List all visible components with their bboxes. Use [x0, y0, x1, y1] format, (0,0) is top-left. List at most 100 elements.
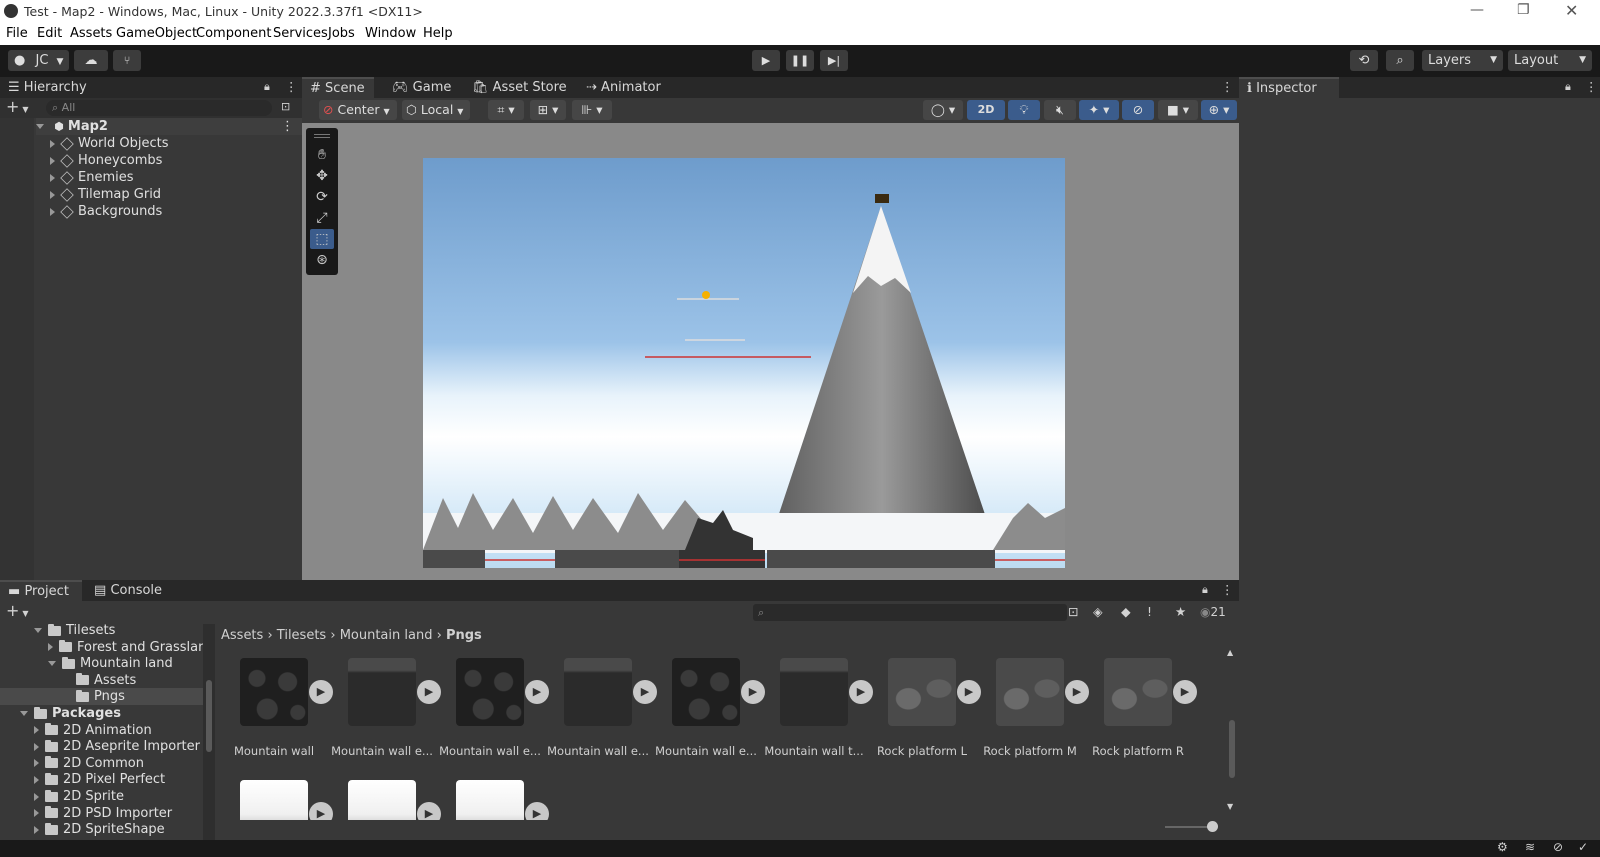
hand-tool-icon[interactable]: ✋︎ [310, 145, 334, 165]
chevron-right-icon[interactable] [50, 139, 55, 148]
network-icon[interactable]: ⊘ [1553, 840, 1563, 854]
kebab-menu-icon[interactable]: ⋮ [1585, 79, 1598, 94]
project-tree-item[interactable]: Assets [0, 672, 203, 689]
cloud-button[interactable]: ☁ [74, 50, 108, 71]
palette-grip[interactable] [314, 134, 330, 138]
chevron-right-icon[interactable] [34, 792, 39, 801]
step-button[interactable]: ▶| [820, 50, 848, 71]
hidden-objects-button[interactable]: ⊘ [1122, 100, 1154, 120]
project-tree-item[interactable]: 2D Pixel Perfect [0, 771, 203, 788]
kebab-menu-icon[interactable]: ⋮ [1221, 582, 1234, 597]
star-icon[interactable]: ★ [1175, 604, 1186, 619]
menu-component[interactable]: Component [196, 26, 271, 41]
tree-scroll-thumb[interactable] [206, 680, 212, 752]
layers-dropdown[interactable]: Layers ▼ [1422, 50, 1503, 71]
hierarchy-search-input[interactable]: ⌕ All [46, 100, 272, 116]
toggle-2d-button[interactable]: 2D [967, 100, 1005, 120]
tree-scrollbar[interactable] [203, 624, 215, 840]
chevron-down-icon[interactable] [36, 124, 44, 129]
add-button[interactable]: + ▼ [6, 97, 29, 116]
asset-item[interactable]: ▶ Mountain wall [215, 658, 333, 768]
add-button[interactable]: + ▼ [6, 601, 29, 620]
tab-asset-store[interactable]: 🛍︎ Asset Store [464, 77, 575, 98]
asset-item[interactable]: ▶ Rock platform R [1079, 658, 1197, 768]
hierarchy-item[interactable]: Backgrounds [50, 203, 162, 220]
tab-project[interactable]: ▬ Project [0, 580, 82, 601]
chevron-right-icon[interactable] [34, 809, 39, 818]
draw-mode-dropdown[interactable]: ◯ ▾ [923, 100, 963, 120]
menu-jobs[interactable]: Jobs [328, 26, 355, 41]
warning-icon[interactable]: ! [1147, 604, 1152, 619]
hierarchy-item[interactable]: Honeycombs [50, 152, 162, 169]
space-dropdown[interactable]: ⬡ Local ▼ [402, 100, 470, 120]
layers-status-icon[interactable]: ≋ [1525, 840, 1535, 854]
scroll-down-icon[interactable]: ▼ [1227, 802, 1233, 811]
breadcrumb-item[interactable]: Assets [221, 628, 263, 643]
play-icon[interactable]: ▶ [525, 802, 549, 820]
project-tree-item[interactable]: 2D Common [0, 755, 203, 772]
tab-game[interactable]: 🎮︎ Game [384, 77, 459, 98]
lock-icon[interactable]: 🔒︎ [1202, 583, 1208, 597]
breadcrumb-item[interactable]: Mountain land [340, 628, 433, 643]
kebab-menu-icon[interactable]: ⋮ [285, 79, 298, 94]
chevron-right-icon[interactable] [50, 156, 55, 165]
scene-viewport[interactable]: ✋︎ ✥ ⟳ ⤢ ⬚ ⊛ [302, 123, 1239, 580]
tab-inspector[interactable]: ℹ Inspector [1239, 77, 1339, 98]
minimize-icon[interactable]: — [1470, 2, 1484, 18]
asset-item[interactable]: ▶ Mountain wall e... [431, 658, 549, 768]
kebab-menu-icon[interactable]: ⋮ [1221, 79, 1234, 94]
camera-dropdown[interactable]: ■ ▾ [1158, 100, 1198, 120]
asset-item[interactable]: ▶ Mountain wall e... [647, 658, 765, 768]
chevron-right-icon[interactable] [34, 775, 39, 784]
kebab-menu-icon[interactable]: ⋮ [281, 118, 294, 135]
breadcrumb-item[interactable]: Tilesets [277, 628, 326, 643]
chevron-down-icon[interactable] [20, 711, 28, 716]
asset-item[interactable]: ▶ [431, 780, 549, 820]
close-icon[interactable]: ✕ [1565, 1, 1578, 20]
snap-grid-button[interactable]: ⌗ ▾ [488, 100, 524, 120]
project-tree-item[interactable]: Forest and Grassland [0, 639, 215, 656]
chevron-right-icon[interactable] [34, 825, 39, 834]
chevron-right-icon[interactable] [34, 742, 39, 751]
project-tree-item[interactable]: 2D Animation [0, 722, 203, 739]
hierarchy-item[interactable]: World Objects [50, 135, 169, 152]
tab-scene[interactable]: # Scene [302, 77, 374, 98]
search-filter-icon[interactable]: ⊡ [281, 100, 290, 113]
search-button[interactable]: ⌕ [1386, 50, 1414, 71]
debug-icon[interactable]: ⚙ [1497, 840, 1508, 854]
tab-hierarchy[interactable]: ☰ Hierarchy [0, 77, 302, 98]
menu-services[interactable]: Services [273, 26, 328, 41]
scale-tool-icon[interactable]: ⤢ [310, 208, 334, 228]
rotate-tool-icon[interactable]: ⟳ [310, 187, 334, 207]
asset-item[interactable]: ▶ [323, 780, 441, 820]
increment-snap-button[interactable]: ⊪ ▾ [572, 100, 612, 120]
asset-scroll-thumb[interactable] [1229, 720, 1235, 778]
chevron-down-icon[interactable] [48, 661, 56, 667]
menu-assets[interactable]: Assets [70, 26, 112, 41]
hierarchy-item[interactable]: Enemies [50, 169, 134, 186]
scroll-up-icon[interactable]: ▲ [1227, 648, 1233, 657]
check-icon[interactable]: ✓ [1578, 840, 1588, 854]
label-tag-icon[interactable]: ◆ [1121, 604, 1131, 619]
search-by-type-icon[interactable]: ⊡ [1068, 604, 1078, 619]
chevron-right-icon[interactable] [48, 643, 53, 652]
slider-handle[interactable] [1207, 821, 1218, 832]
collab-button[interactable]: ⑂ [113, 50, 141, 71]
asset-scrollbar[interactable]: ▲ ▼ [1225, 648, 1239, 820]
grid-visibility-button[interactable]: ⊞ ▾ [530, 100, 566, 120]
project-search-input[interactable]: ⌕ [753, 604, 1067, 621]
project-tree-item[interactable]: 2D PSD Importer [0, 805, 203, 822]
account-dropdown[interactable]: ● JC ▼ [8, 50, 69, 71]
hierarchy-item[interactable]: Tilemap Grid [50, 186, 161, 203]
restore-icon[interactable]: ❐ [1517, 2, 1530, 18]
filter-type-icon[interactable]: ◈ [1093, 604, 1103, 619]
chevron-down-icon[interactable] [34, 628, 42, 633]
pause-button[interactable]: ❚❚ [786, 50, 814, 71]
thumbnail-size-slider[interactable] [1165, 821, 1218, 832]
breadcrumb-item[interactable]: Pngs [446, 628, 482, 643]
project-tree-item[interactable]: 2D SpriteShape [0, 821, 203, 838]
play-icon[interactable]: ▶ [1173, 680, 1197, 704]
menu-gameobject[interactable]: GameObject [116, 26, 197, 41]
chevron-right-icon[interactable] [50, 173, 55, 182]
play-button[interactable]: ▶ [752, 50, 780, 71]
